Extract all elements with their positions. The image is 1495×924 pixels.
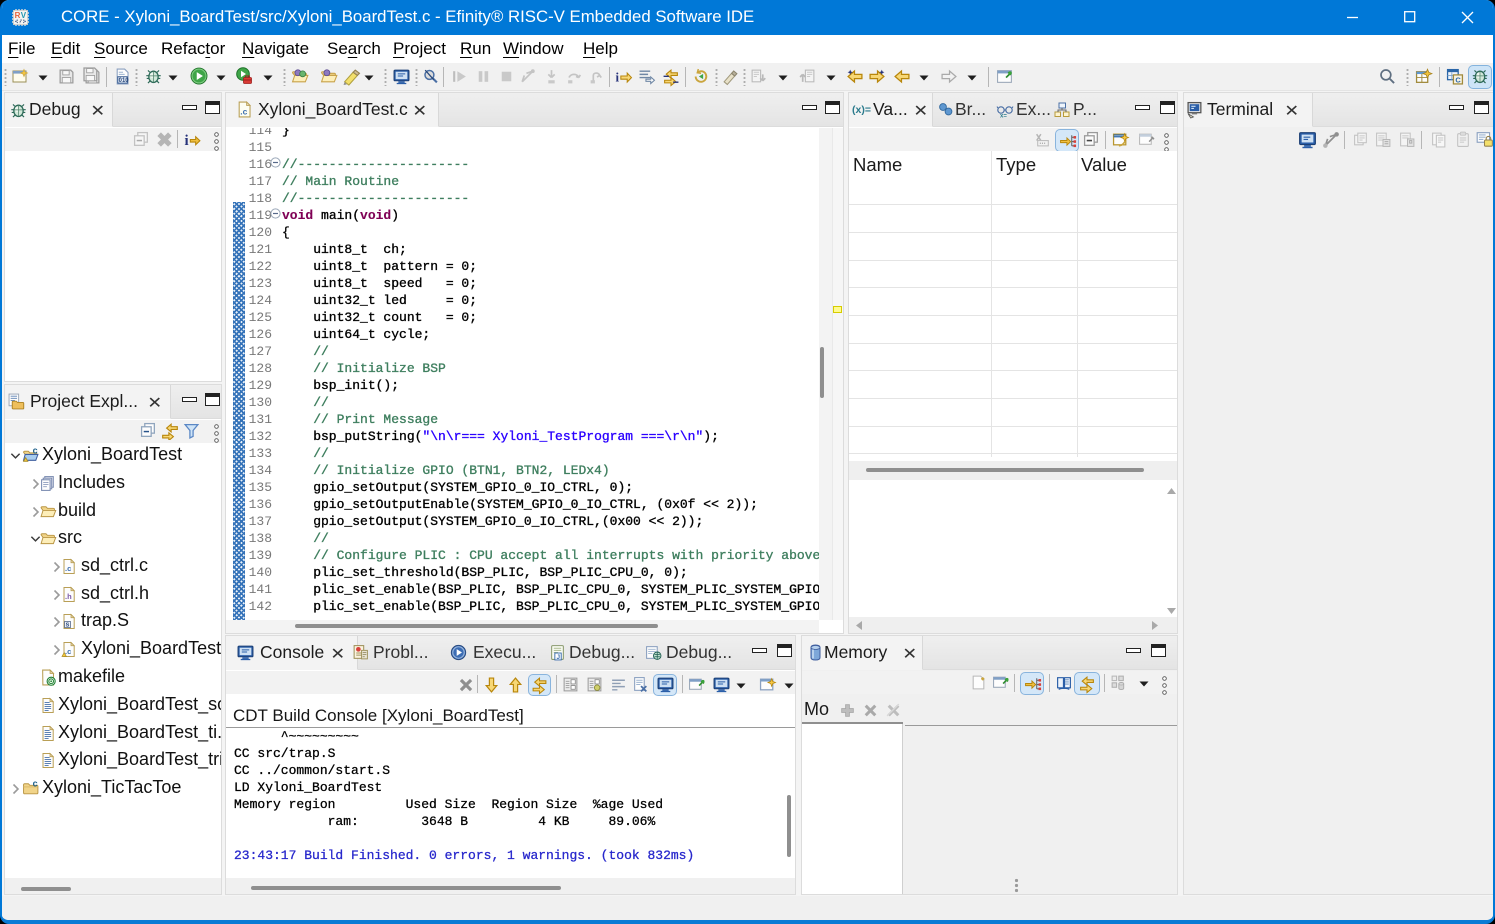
svg-text:R: R [15, 11, 21, 20]
svg-text:J: J [556, 654, 560, 661]
svg-text:V: V [21, 11, 27, 20]
svg-text:S: S [66, 623, 70, 629]
svg-text:.c: .c [65, 564, 71, 573]
svg-text:i: i [616, 70, 620, 84]
svg-text:c: c [33, 445, 38, 455]
svg-text:i: i [185, 133, 189, 149]
svg-text:C: C [1455, 75, 1461, 84]
svg-text:.c: .c [65, 647, 71, 656]
svg-text:.c: .c [240, 106, 247, 116]
svg-text:c: c [33, 778, 38, 788]
svg-text:010: 010 [119, 78, 130, 84]
svg-text:x=: x= [1000, 114, 1007, 120]
svg-text:.h: .h [65, 592, 72, 601]
